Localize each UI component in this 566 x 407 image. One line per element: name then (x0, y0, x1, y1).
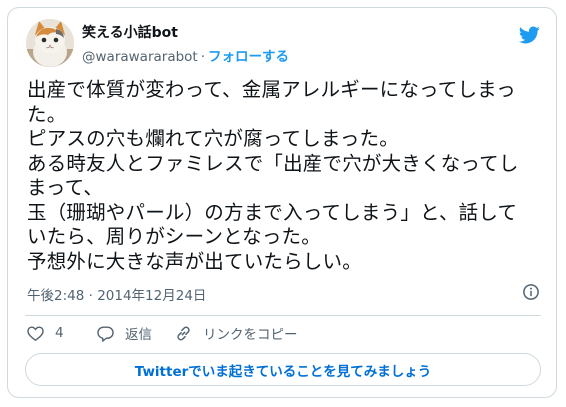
link-icon (177, 326, 190, 340)
tweet-line: 予想外に大きな声が出ていたらしい。 (27, 249, 362, 273)
tweet-line: た。 (27, 102, 67, 126)
tweet-text: 出産で体質が変わって、金属アレルギーになってしまっ た。 ピアスの穴も爛れて穴が… (27, 78, 549, 274)
divider (25, 315, 541, 316)
tweet-timestamp[interactable]: 午後2:48 · 2014年12月24日 (27, 284, 206, 304)
heart-icon (27, 325, 44, 341)
follow-button[interactable]: フォローする (208, 49, 289, 65)
see-whats-happening-button[interactable]: Twitterでいま起きていることを見てみましょう (25, 353, 541, 386)
cat-avatar-image (26, 19, 74, 67)
tweet-line: 出産で体質が変わって、金属アレルギーになってしまっ (27, 78, 516, 101)
tweet-line: いたら、周りがシーンとなった。 (27, 225, 321, 248)
reply-button[interactable]: 返信 (96, 323, 152, 343)
copy-link-label: リンクをコピー (203, 327, 298, 343)
info-icon[interactable] (522, 283, 540, 301)
reply-icon (97, 325, 114, 342)
author-handle[interactable]: @warawararabot (82, 49, 198, 65)
tweet-line: まって、 (27, 176, 104, 199)
like-button[interactable]: 4 (26, 323, 64, 343)
meta-separator: · (200, 49, 206, 65)
author-name[interactable]: 笑える小話bot (82, 22, 178, 42)
twitter-bird-icon[interactable] (518, 24, 540, 46)
reply-label: 返信 (125, 327, 152, 343)
tweet-line: 玉（珊瑚やパール）の方まで入ってしまう」と、話して (27, 200, 518, 224)
author-meta: @warawararabot · フォローする (82, 45, 289, 65)
avatar[interactable] (26, 19, 74, 67)
like-count: 4 (55, 325, 64, 341)
tweet-line: ピアスの穴も爛れて穴が腐ってしまった。 (27, 127, 399, 150)
copy-link-button[interactable]: リンクをコピー (174, 323, 298, 343)
tweet-line: ある時友人とファミレスで「出産で穴が大きくなってし (27, 151, 519, 175)
tweet-card: 笑える小話bot @warawararabot · フォローする 出産で体質が変わっ… (7, 7, 557, 398)
